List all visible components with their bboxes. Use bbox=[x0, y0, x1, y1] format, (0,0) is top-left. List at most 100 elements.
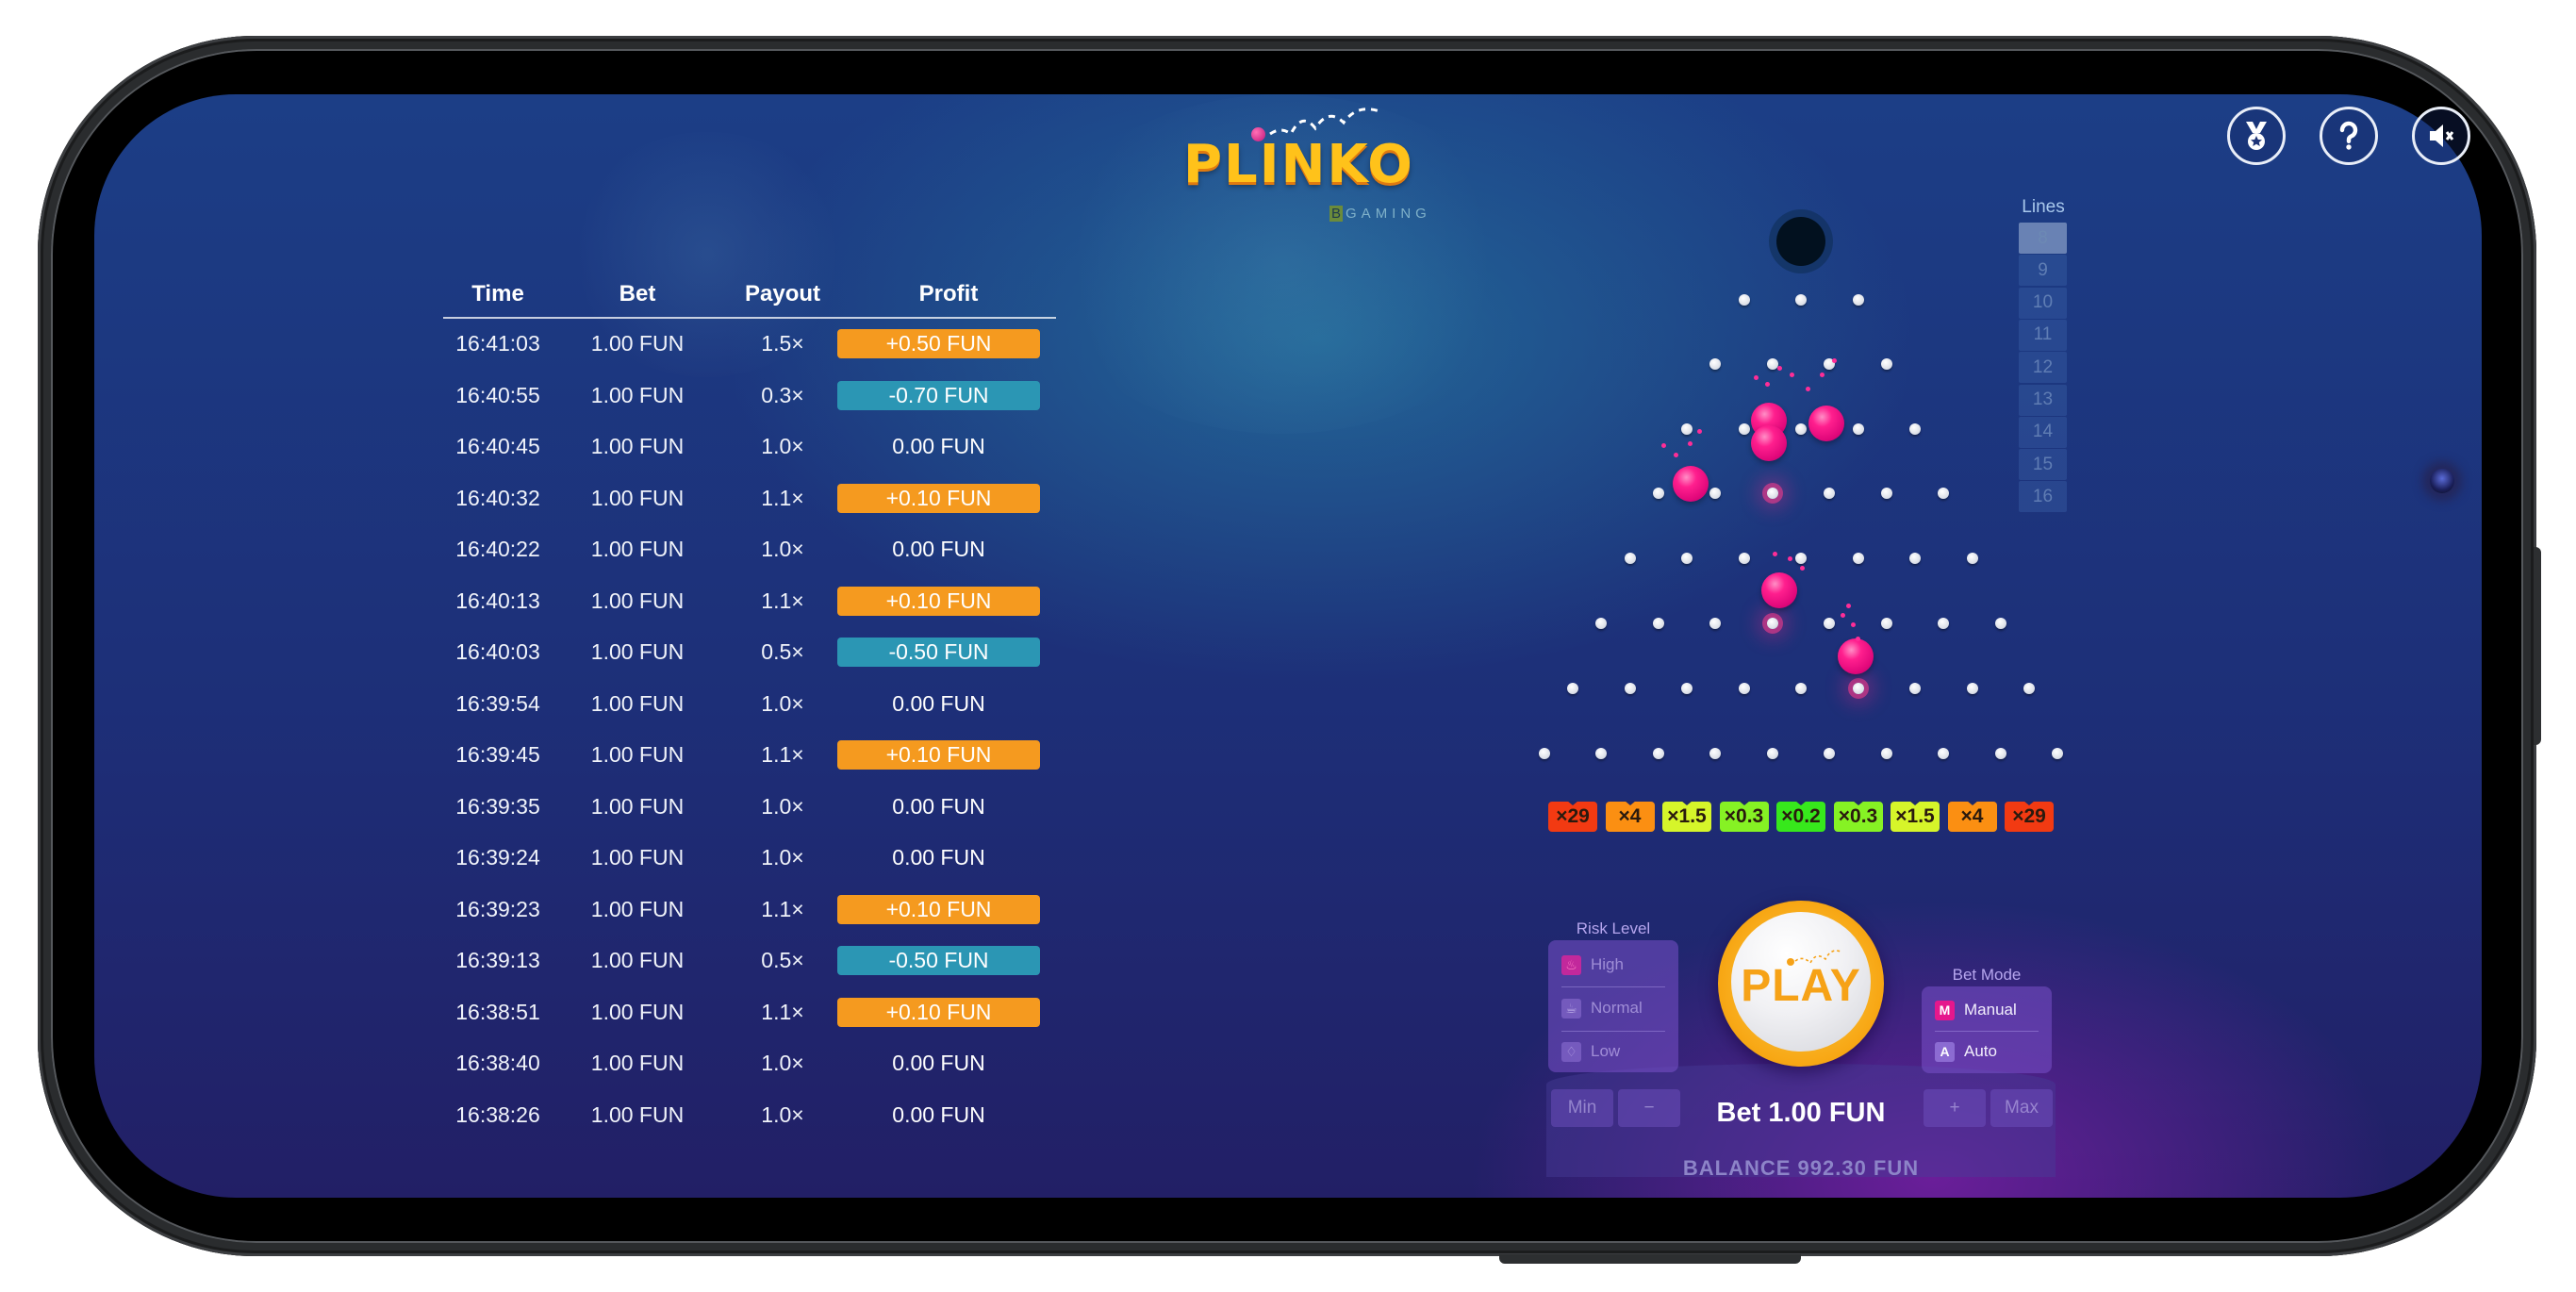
cell-profit: 0.00 FUN bbox=[892, 690, 985, 716]
lines-option-12[interactable]: 12 bbox=[2019, 352, 2067, 384]
cell-bet: 1.00 FUN bbox=[590, 639, 685, 664]
cell-profit: 0.00 FUN bbox=[892, 537, 985, 561]
table-row: 16:39:13 1.00 FUN 0.5× -0.50 FUN bbox=[443, 936, 1056, 987]
lines-option-10[interactable]: 10 bbox=[2019, 287, 2067, 319]
cell-bet: 1.00 FUN bbox=[590, 1102, 685, 1127]
cell-bet: 1.00 FUN bbox=[590, 742, 685, 767]
cell-time: 16:38:40 bbox=[455, 1051, 540, 1075]
risk-option-low[interactable]: ♢ Low bbox=[1561, 1031, 1665, 1072]
table-row: 16:40:55 1.00 FUN 0.3× -0.70 FUN bbox=[443, 371, 1056, 422]
cell-payout: 0.5× bbox=[761, 948, 804, 972]
cell-bet: 1.00 FUN bbox=[590, 845, 685, 870]
cell-profit: -0.50 FUN bbox=[837, 638, 1040, 667]
risk-option-label: High bbox=[1591, 955, 1624, 973]
lines-option-11[interactable]: 11 bbox=[2019, 319, 2067, 351]
question-mark-icon bbox=[2339, 121, 2358, 150]
bet-mode-auto[interactable]: A Auto bbox=[1935, 1031, 2039, 1072]
table-row: 16:40:32 1.00 FUN 1.1× +0.10 FUN bbox=[443, 473, 1056, 525]
cell-payout: 1.0× bbox=[761, 1102, 804, 1127]
cell-payout: 1.0× bbox=[761, 845, 804, 870]
risk-option-label: Normal bbox=[1591, 999, 1643, 1017]
cell-time: 16:38:51 bbox=[455, 999, 540, 1024]
game-logo: PLINKO bbox=[1183, 134, 1414, 195]
cell-time: 16:40:22 bbox=[455, 537, 540, 561]
table-row: 16:39:54 1.00 FUN 1.0× 0.00 FUN bbox=[443, 679, 1056, 731]
multiplier-slot: ×1.5 bbox=[1662, 801, 1711, 832]
lines-option-15[interactable]: 15 bbox=[2019, 449, 2067, 481]
help-button[interactable] bbox=[2320, 107, 2378, 165]
cell-time: 16:40:03 bbox=[455, 639, 540, 664]
lines-option-8[interactable]: 8 bbox=[2019, 223, 2067, 254]
cell-bet: 1.00 FUN bbox=[590, 485, 685, 510]
table-row: 16:40:03 1.00 FUN 0.5× -0.50 FUN bbox=[443, 627, 1056, 679]
bet-mode-label: Bet Mode bbox=[1952, 966, 2022, 984]
cell-profit: 0.00 FUN bbox=[892, 434, 985, 458]
cell-profit: +0.50 FUN bbox=[837, 329, 1040, 358]
risk-option-normal[interactable]: ☕ Normal bbox=[1561, 987, 1665, 1029]
cell-profit: -0.50 FUN bbox=[837, 946, 1040, 975]
bet-mode-manual[interactable]: M Manual bbox=[1935, 989, 2039, 1031]
play-button[interactable]: PLAY bbox=[1718, 901, 1884, 1067]
multiplier-slot: ×29 bbox=[2005, 801, 2054, 832]
cell-time: 16:40:55 bbox=[455, 382, 540, 407]
decrease-bet-button[interactable]: − bbox=[1618, 1089, 1680, 1127]
provider-logo-text: GAMING bbox=[1346, 206, 1431, 222]
cell-payout: 1.1× bbox=[761, 485, 804, 510]
provider-logo-mark: B bbox=[1329, 206, 1344, 222]
cell-bet: 1.00 FUN bbox=[590, 948, 685, 972]
cell-payout: 1.1× bbox=[761, 999, 804, 1024]
cell-time: 16:39:45 bbox=[455, 742, 540, 767]
speaker-icon bbox=[2430, 124, 2454, 147]
multiplier-slot: ×0.3 bbox=[1719, 801, 1769, 832]
cell-payout: 1.0× bbox=[761, 537, 804, 561]
multiplier-slot: ×0.3 bbox=[1833, 801, 1883, 832]
column-header-time: Time bbox=[471, 281, 524, 306]
cell-time: 16:39:13 bbox=[455, 948, 540, 972]
cell-payout: 0.5× bbox=[761, 639, 804, 664]
cell-bet: 1.00 FUN bbox=[590, 896, 685, 921]
cell-bet: 1.00 FUN bbox=[590, 1051, 685, 1075]
flame-icon: ♨ bbox=[1561, 954, 1581, 975]
min-bet-button[interactable]: Min bbox=[1551, 1089, 1613, 1127]
lines-option-14[interactable]: 14 bbox=[2019, 416, 2067, 448]
increase-bet-button[interactable]: + bbox=[1924, 1089, 1986, 1127]
sound-button[interactable] bbox=[2412, 107, 2470, 165]
manual-badge-icon: M bbox=[1935, 1000, 1955, 1020]
lines-option-16[interactable]: 16 bbox=[2019, 481, 2067, 513]
cell-profit: +0.10 FUN bbox=[837, 894, 1040, 924]
bet-mode-option-label: Auto bbox=[1964, 1042, 1997, 1060]
risk-level-selector: ♨ High ☕ Normal ♢ Low bbox=[1548, 940, 1678, 1072]
cell-time: 16:39:24 bbox=[455, 845, 540, 870]
auto-badge-icon: A bbox=[1935, 1041, 1955, 1062]
risk-option-label: Low bbox=[1591, 1042, 1621, 1060]
risk-level-label: Risk Level bbox=[1576, 919, 1651, 937]
table-header: Time Bet Payout Profit bbox=[443, 275, 1056, 319]
max-bet-button[interactable]: Max bbox=[1990, 1089, 2053, 1127]
phone-side-button bbox=[1499, 1254, 1801, 1264]
cell-profit: 0.00 FUN bbox=[892, 1102, 985, 1127]
cell-time: 16:39:35 bbox=[455, 793, 540, 819]
cell-bet: 1.00 FUN bbox=[590, 382, 685, 407]
provider-logo: B GAMING bbox=[1329, 206, 1431, 222]
cell-payout: 1.1× bbox=[761, 588, 804, 613]
bet-mode-selector: M Manual A Auto bbox=[1922, 986, 2052, 1073]
table-row: 16:40:45 1.00 FUN 1.0× 0.00 FUN bbox=[443, 422, 1056, 473]
play-bounce-trail-icon bbox=[1787, 950, 1841, 966]
lines-option-9[interactable]: 9 bbox=[2019, 255, 2067, 287]
cell-time: 16:38:26 bbox=[455, 1102, 540, 1127]
cell-bet: 1.00 FUN bbox=[590, 331, 685, 356]
lines-option-13[interactable]: 13 bbox=[2019, 384, 2067, 416]
multiplier-slot: ×4 bbox=[1947, 801, 1997, 832]
achievements-button[interactable] bbox=[2227, 107, 2286, 165]
cell-bet: 1.00 FUN bbox=[590, 999, 685, 1024]
cell-profit: 0.00 FUN bbox=[892, 845, 985, 870]
cell-payout: 1.1× bbox=[761, 896, 804, 921]
camera-icon bbox=[2430, 469, 2454, 493]
bet-history-table: Time Bet Payout Profit 16:41:03 1.00 FUN 1… bbox=[443, 275, 1056, 1141]
cell-time: 16:40:13 bbox=[455, 588, 540, 613]
cell-bet: 1.00 FUN bbox=[590, 588, 685, 613]
risk-option-high[interactable]: ♨ High bbox=[1561, 944, 1665, 986]
bet-amount: Bet 1.00 FUN bbox=[1716, 1098, 1886, 1128]
cell-time: 16:39:23 bbox=[455, 896, 540, 921]
table-row: 16:39:23 1.00 FUN 1.1× +0.10 FUN bbox=[443, 885, 1056, 936]
